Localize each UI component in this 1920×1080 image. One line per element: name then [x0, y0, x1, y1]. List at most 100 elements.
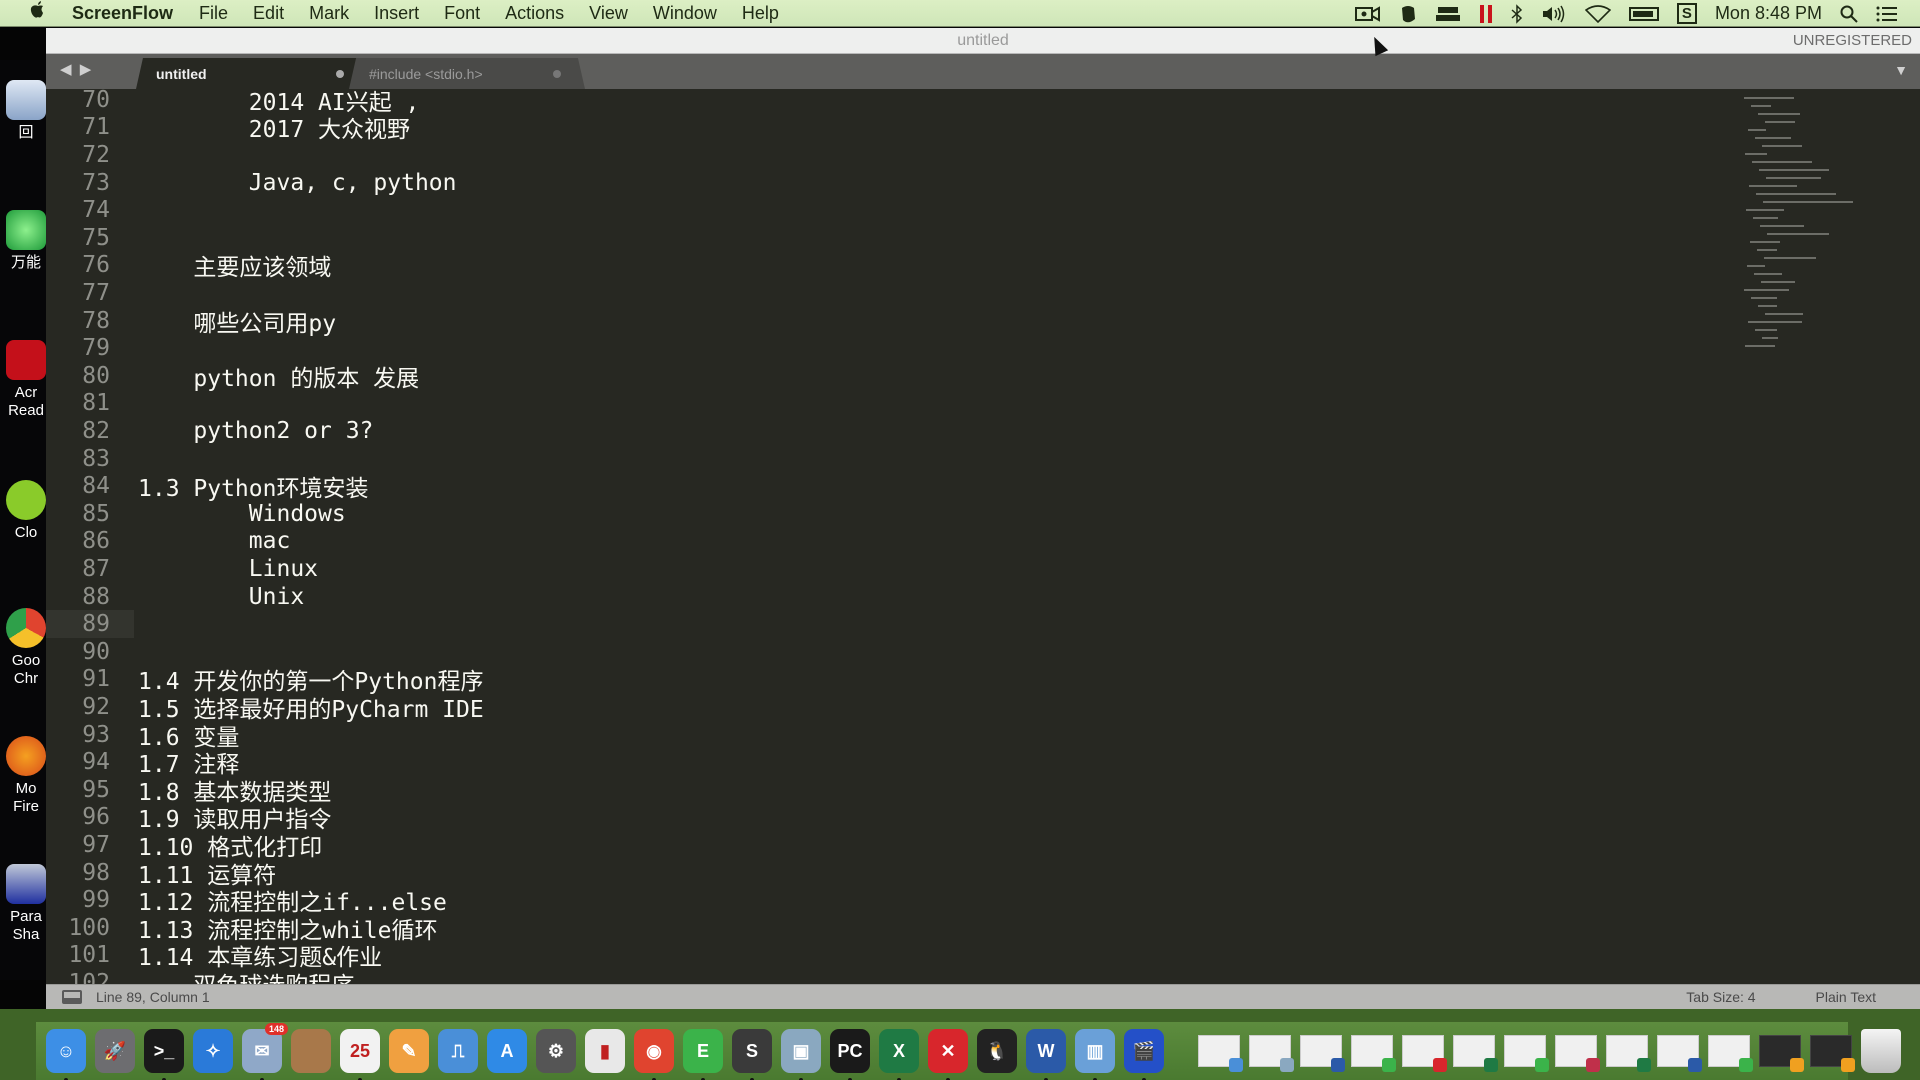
desktop-icon-firefox[interactable]: Mo Fire [4, 736, 48, 816]
trash-icon[interactable] [1861, 1029, 1901, 1073]
editor-line[interactable]: 102 双色球选购程序 [46, 969, 1776, 984]
s-app-icon[interactable]: S [1676, 3, 1697, 24]
editor-line[interactable]: 73 Java, c, python [46, 169, 1776, 197]
evernote-icon[interactable] [1399, 4, 1417, 24]
tab-untitled[interactable]: untitled [136, 58, 368, 89]
apple-menu-icon[interactable] [26, 0, 50, 26]
panel-toggle-icon[interactable] [62, 990, 82, 1004]
editor-line[interactable]: 88 Unix [46, 583, 1776, 611]
minimap[interactable] [1744, 97, 1854, 357]
editor-line[interactable]: 80 python 的版本 发展 [46, 362, 1776, 392]
dock-minimized-window[interactable] [1708, 1035, 1753, 1072]
wifi-icon[interactable] [1584, 4, 1611, 23]
editor-line[interactable]: 93 1.6 变量 [46, 721, 1776, 751]
menu-window[interactable]: Window [653, 3, 717, 24]
dock-app-pycharm[interactable]: PC [830, 1029, 870, 1080]
dock-app-calendar[interactable]: 25 [340, 1029, 380, 1080]
desktop-icon-acrobat[interactable]: Acr Read [4, 340, 48, 420]
dock-minimized-window[interactable] [1657, 1035, 1702, 1072]
editor-line[interactable]: 84 1.3 Python环境安装 [46, 472, 1776, 502]
camera-icon[interactable] [1354, 5, 1381, 23]
dock-minimized-window[interactable] [1555, 1035, 1600, 1072]
menu-view[interactable]: View [589, 3, 628, 24]
dock-minimized-window[interactable] [1402, 1035, 1447, 1072]
editor-line[interactable]: 78 哪些公司用py [46, 307, 1776, 337]
battery-icon[interactable] [1628, 6, 1659, 21]
desktop-icon-parallels[interactable]: Para Sha [4, 864, 48, 944]
dock-app-launchpad[interactable]: 🚀 [95, 1029, 135, 1073]
app-menu[interactable]: ScreenFlow [72, 3, 173, 24]
dock-minimized-window[interactable] [1300, 1035, 1345, 1072]
dock-app-safari[interactable]: ✧ [193, 1029, 233, 1073]
volume-icon[interactable] [1541, 5, 1567, 23]
tab-size-selector[interactable]: Tab Size: 4 [1686, 989, 1755, 1005]
dock-app-excel[interactable]: X [879, 1029, 919, 1080]
notification-center-icon[interactable] [1876, 6, 1898, 22]
dock-minimized-window[interactable] [1453, 1035, 1498, 1072]
editor-line[interactable]: 81 [46, 390, 1776, 418]
dock-app-numbers[interactable]: ▮ [585, 1029, 625, 1073]
line-number: 93 [82, 721, 110, 748]
dock-app-qq[interactable]: 🐧 [977, 1029, 1017, 1073]
tab-include-stdio[interactable]: #include <stdio.h> [349, 58, 585, 89]
desktop-icon-recycle[interactable]: 回 [4, 80, 48, 142]
editor-line[interactable]: 72 [46, 141, 1776, 169]
stack-icon[interactable] [1435, 5, 1461, 23]
dock-minimized-window[interactable] [1351, 1035, 1396, 1072]
dock-app-finder[interactable]: ☺ [46, 1029, 86, 1080]
menu-help[interactable]: Help [742, 3, 779, 24]
dock-minimized-window[interactable] [1759, 1035, 1804, 1072]
tab-nav-arrows-icon[interactable]: ◀ ▶ [60, 60, 93, 78]
syntax-selector[interactable]: Plain Text [1816, 989, 1876, 1005]
dock-app-screenflow[interactable]: 🎬 [1124, 1029, 1164, 1080]
penguin-icon: 🐧 [985, 1040, 1009, 1061]
title-bar[interactable]: untitled UNREGISTERED [46, 28, 1920, 54]
desktop-icon-chrome[interactable]: Goo Chr [4, 608, 48, 688]
code-editor[interactable]: 70 2014 AI兴起 , 71 2017 大众视野 72 73 Java, c, … [46, 89, 1920, 984]
menu-mark[interactable]: Mark [309, 3, 349, 24]
unsaved-dot-icon[interactable] [553, 70, 561, 78]
bluetooth-icon[interactable] [1511, 3, 1523, 24]
clock[interactable]: Mon 8:48 PM [1715, 3, 1822, 24]
editor-line[interactable]: 85 Windows [46, 500, 1776, 528]
editor-line[interactable]: 97 1.10 格式化打印 [46, 831, 1776, 861]
editor-line[interactable]: 82 python2 or 3? [46, 417, 1776, 445]
dock-minimized-window[interactable] [1606, 1035, 1651, 1072]
dock-app-pages[interactable]: ✎ [389, 1029, 429, 1073]
spotlight-search-icon[interactable] [1840, 5, 1858, 23]
menu-file[interactable]: File [199, 3, 228, 24]
menu-actions[interactable]: Actions [505, 3, 564, 24]
dock-app-terminal[interactable]: >_ [144, 1029, 184, 1080]
dock-app-evernote[interactable]: E [683, 1029, 723, 1080]
dock-app-mail[interactable]: ✉ 148 [242, 1023, 288, 1080]
editor-line[interactable]: 71 2017 大众视野 [46, 114, 1776, 143]
editor-line[interactable]: 76 主要应该领域 [46, 252, 1776, 281]
dock-app-parallels[interactable]: ▥ [1075, 1029, 1115, 1080]
dock-minimized-window[interactable] [1504, 1035, 1549, 1072]
dock-app-keynote[interactable]: ⎍ [438, 1029, 478, 1073]
dock-app-chrome[interactable]: ◉ [634, 1029, 674, 1080]
editor-line[interactable]: 92 1.5 选择最好用的PyCharm IDE [46, 693, 1776, 723]
dock-app-preview[interactable]: ▣ [781, 1029, 821, 1080]
dock-app-sublime-text[interactable]: S [732, 1029, 772, 1080]
tab-list-dropdown-icon[interactable]: ▼ [1894, 62, 1908, 78]
dock-app-system-preferences[interactable]: ⚙ [536, 1029, 576, 1073]
editor-line-current[interactable]: 89 [46, 610, 1776, 638]
editor-line[interactable]: 74 [46, 196, 1776, 224]
menu-insert[interactable]: Insert [374, 3, 419, 24]
editor-line[interactable]: 86 mac [46, 528, 1776, 556]
dock-app-word[interactable]: W [1026, 1029, 1066, 1080]
unsaved-dot-icon[interactable] [336, 70, 344, 78]
dock-app-app-store[interactable]: A [487, 1029, 527, 1073]
menu-edit[interactable]: Edit [253, 3, 284, 24]
pause-recording-icon[interactable] [1479, 4, 1493, 24]
dock-app-xmind[interactable]: ✕ [928, 1029, 968, 1080]
desktop-icon-wanneng[interactable]: 万能 [4, 210, 48, 272]
dock-minimized-window[interactable] [1198, 1035, 1243, 1072]
desktop-icon-cloud[interactable]: Clo [4, 480, 48, 542]
dock-app-notes[interactable] [291, 1029, 331, 1073]
dock-minimized-window[interactable] [1249, 1035, 1294, 1072]
editor-line[interactable]: 87 Linux [46, 555, 1776, 583]
menu-font[interactable]: Font [444, 3, 480, 24]
dock-minimized-window[interactable] [1810, 1035, 1855, 1072]
